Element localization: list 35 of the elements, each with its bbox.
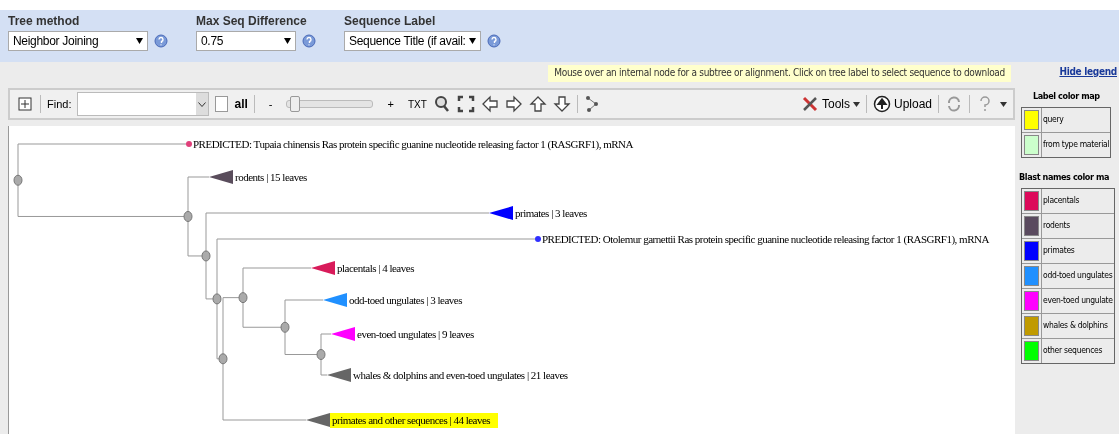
leaf-label[interactable]: PREDICTED: Otolemur garnettii Ras protein specific guanine nucleotide releasing factor 1 (RASGRF1), mRNA [542,233,989,245]
txt-button[interactable]: TXT [407,98,427,110]
leaf-label[interactable]: rodents | 15 leaves [235,171,307,183]
legend-label: primates [1041,239,1076,263]
leaf-label[interactable]: PREDICTED: Tupaia chinensis Ras protein specific guanine nucleotide releasing factor 1 (RASGRF1), mRNA [193,138,633,150]
tools-button[interactable]: Tools [800,95,860,113]
leaf-label[interactable]: primates | 3 leaves [515,207,587,219]
option-label: Max Seq Difference [196,14,308,28]
upload-button[interactable]: Upload [872,95,932,113]
leaf-label[interactable]: odd-toed ungulates | 3 leaves [349,294,462,306]
zoom-in-button[interactable]: + [387,98,394,110]
leaf-label[interactable]: whales & dolphins and even-toed ungulates | 21 leaves [353,369,568,381]
leaf-label[interactable]: even-toed ungulates | 9 leaves [357,328,474,340]
legend-label: placentals [1041,189,1081,213]
legend-label: other sequences [1041,339,1104,363]
option-select[interactable]: 0.75 [196,31,296,51]
legend-label: even-toed ungulate [1041,289,1114,313]
option-label: Tree method [8,14,81,28]
legend-title: Label color map [1033,91,1100,101]
zoom-out-button[interactable]: - [268,98,273,110]
hint-text: Mouse over an internal node for a subtree or alignment. Click on tree label to select sequence to download [548,65,1011,82]
legend-label: query [1041,108,1065,132]
leaf-label[interactable]: placentals | 4 leaves [337,262,414,274]
option-select[interactable]: Neighbor Joining [8,31,148,51]
leaf-label[interactable]: primates and other sequences | 44 leaves [332,414,491,426]
legend-label: odd-toed ungulates [1041,264,1114,288]
legend-label: rodents [1041,214,1071,238]
legend-label: whales & dolphins [1041,314,1109,338]
find-label: Find: [47,98,72,110]
all-label: all [234,97,248,111]
legend-label: from type material [1041,133,1111,157]
hide-legend-link[interactable]: Hide legend [1059,66,1117,77]
legend-title: Blast names color ma [1019,172,1110,182]
option-label: Sequence Label [344,14,437,28]
option-select[interactable]: Sequence Title (if avail: [344,31,481,51]
